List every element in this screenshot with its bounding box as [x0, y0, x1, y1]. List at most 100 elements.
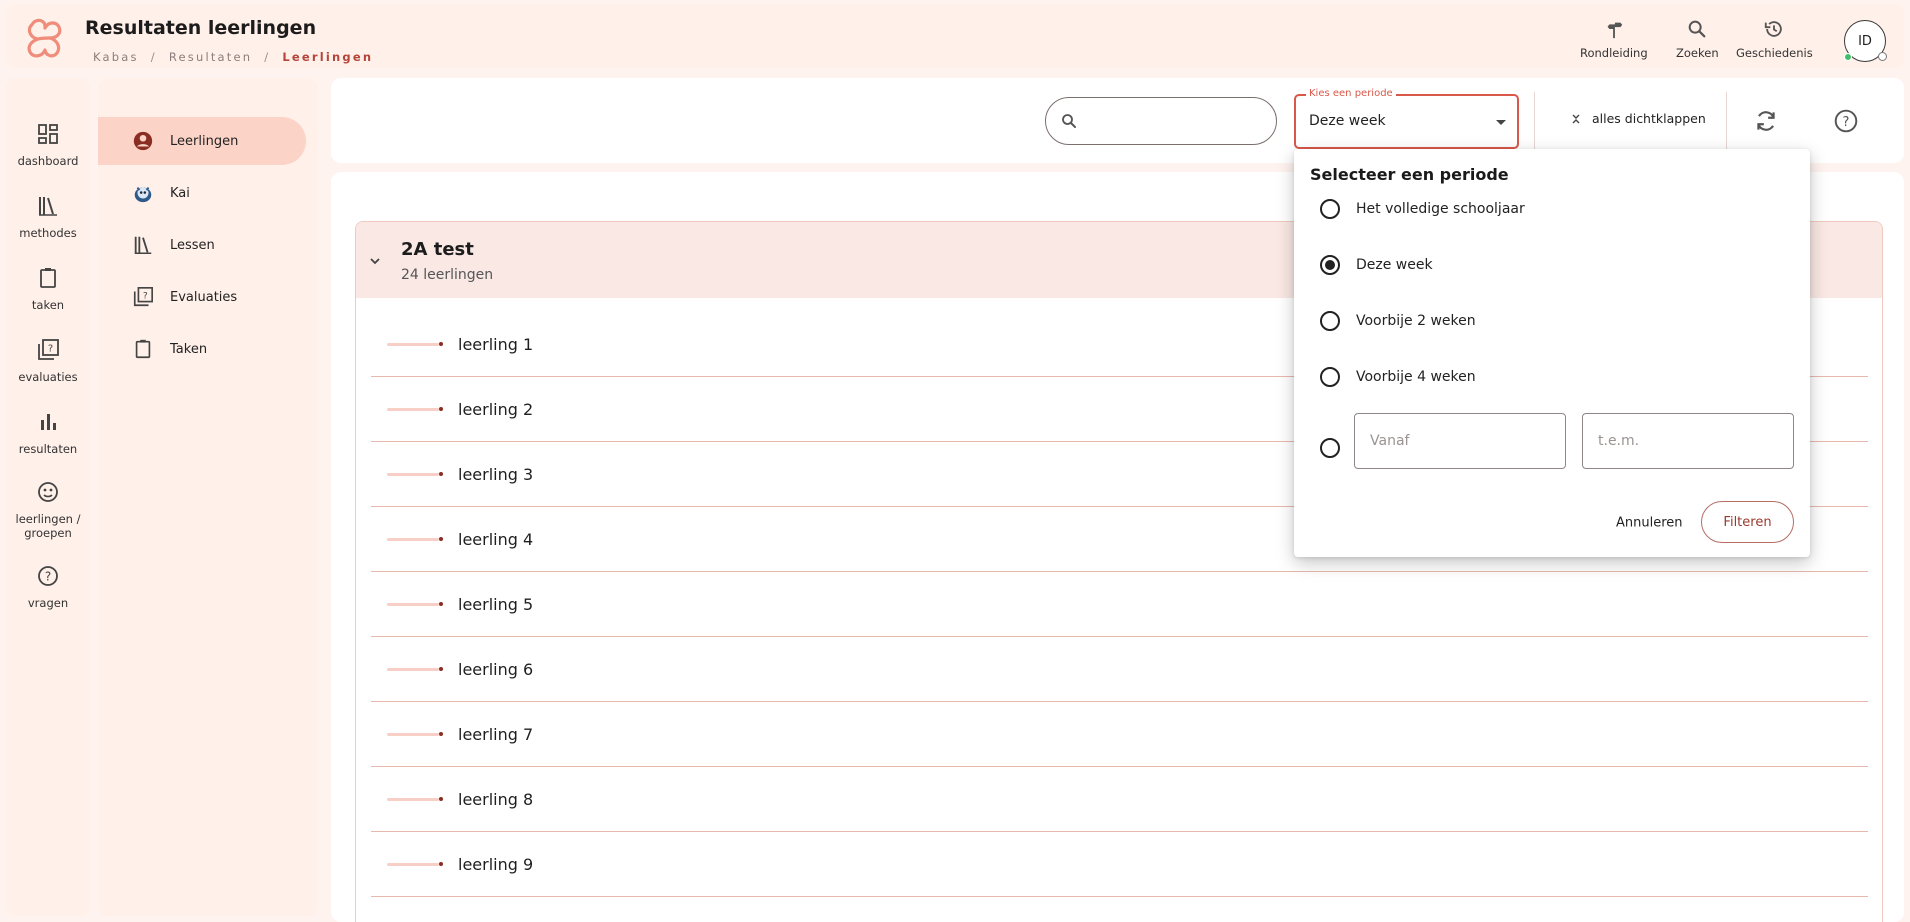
progress-indicator: [387, 796, 443, 801]
subnav-label: Evaluaties: [170, 289, 238, 305]
rail-item-resultaten[interactable]: resultaten: [6, 410, 90, 456]
secondary-navigation: Leerlingen Kai Lessen ? Evaluaties Taken: [98, 78, 318, 916]
rail-item-leerlingen-groepen[interactable]: leerlingen / groepen: [6, 480, 90, 540]
option-label: Deze week: [1356, 257, 1433, 273]
period-option-4-weken[interactable]: Voorbije 4 weken: [1320, 367, 1476, 387]
history-icon: [1765, 21, 1783, 37]
collapse-all-label: alles dichtklappen: [1592, 111, 1706, 126]
collapse-all-button[interactable]: alles dichtklappen: [1570, 111, 1706, 126]
progress-indicator: [387, 536, 443, 541]
svg-text:?: ?: [1843, 115, 1850, 130]
period-option-deze-week[interactable]: Deze week: [1320, 255, 1433, 275]
student-name: leerling 8: [458, 789, 534, 809]
rail-item-taken[interactable]: taken: [6, 266, 90, 312]
breadcrumb-item-kabas[interactable]: Kabas: [93, 50, 139, 64]
rail-label: taken: [31, 298, 65, 312]
rail-label: dashboard: [17, 154, 79, 168]
rail-label: methodes: [19, 226, 77, 240]
rail-item-dashboard[interactable]: dashboard: [6, 122, 90, 168]
apply-filter-label: Filteren: [1723, 514, 1772, 530]
search-tool-label: Zoeken: [1676, 46, 1719, 60]
refresh-icon[interactable]: [1753, 108, 1779, 134]
signpost-icon: [1607, 19, 1623, 39]
period-select[interactable]: Kies een periode Deze week: [1294, 88, 1519, 149]
quiz-icon: ?: [133, 287, 153, 307]
radio-button-selected[interactable]: [1320, 255, 1340, 275]
search-tool-button[interactable]: Zoeken: [1676, 18, 1719, 60]
dropdown-arrow-icon: [1496, 120, 1506, 125]
history-button[interactable]: Geschiedenis: [1736, 18, 1813, 60]
student-row[interactable]: leerling 7: [371, 702, 1868, 767]
radio-button[interactable]: [1320, 438, 1340, 458]
collapse-icon: [1572, 114, 1580, 123]
breadcrumb-item-resultaten[interactable]: Resultaten: [169, 50, 252, 64]
progress-indicator: [387, 666, 443, 671]
option-label: Het volledige schooljaar: [1356, 201, 1525, 217]
breadcrumb-separator: /: [150, 50, 157, 64]
cancel-button[interactable]: Annuleren: [1616, 516, 1683, 531]
progress-indicator: [387, 731, 443, 736]
user-avatar[interactable]: ID: [1844, 20, 1887, 62]
student-name: leerling 5: [458, 594, 534, 614]
dashboard-icon: [38, 124, 58, 144]
subnav-label: Kai: [170, 185, 190, 201]
group-student-count: 24 leerlingen: [401, 267, 494, 283]
rail-label: vragen: [27, 596, 69, 610]
face-icon: [38, 482, 58, 502]
student-name: leerling 1: [458, 334, 534, 354]
page-title: Resultaten leerlingen: [85, 17, 317, 39]
rail-item-methodes[interactable]: methodes: [6, 194, 90, 240]
period-option-custom[interactable]: [1320, 438, 1356, 458]
student-row[interactable]: leerling 9: [371, 832, 1868, 897]
radio-button[interactable]: [1320, 199, 1340, 219]
main-navigation-rail: dashboard methodes taken ? evaluaties re…: [6, 78, 90, 916]
student-name: leerling 6: [458, 659, 534, 679]
kai-robot-icon: [134, 186, 152, 203]
subnav-label: Lessen: [170, 237, 215, 253]
student-name: leerling 9: [458, 854, 534, 874]
search-input[interactable]: [1045, 97, 1277, 145]
rail-label: resultaten: [18, 442, 78, 456]
option-label: Voorbije 4 weken: [1356, 369, 1476, 385]
clipboard-icon: [40, 268, 56, 288]
student-row[interactable]: leerling 8: [371, 767, 1868, 832]
date-from-placeholder: Vanaf: [1370, 433, 1410, 449]
online-status-dot: [1844, 53, 1852, 61]
period-option-2-weken[interactable]: Voorbije 2 weken: [1320, 311, 1476, 331]
tour-button[interactable]: Rondleiding: [1580, 18, 1648, 60]
apply-filter-button[interactable]: Filteren: [1701, 501, 1794, 543]
help-icon[interactable]: ?: [1833, 108, 1859, 134]
chevron-down-icon[interactable]: [368, 254, 382, 268]
history-label: Geschiedenis: [1736, 46, 1813, 60]
help-icon: ?: [38, 566, 58, 586]
subnav-item-leerlingen[interactable]: Leerlingen: [98, 117, 306, 165]
subnav-item-kai[interactable]: Kai: [98, 169, 306, 217]
subnav-item-lessen[interactable]: Lessen: [98, 221, 306, 269]
toolbar-divider: [1534, 92, 1535, 150]
svg-text:?: ?: [45, 570, 51, 584]
period-select-label: Kies een periode: [1306, 88, 1396, 99]
group-title: 2A test: [401, 239, 474, 260]
subnav-label: Leerlingen: [170, 133, 239, 149]
rail-item-vragen[interactable]: ? vragen: [6, 564, 90, 610]
date-from-field[interactable]: Vanaf: [1354, 413, 1566, 469]
radio-button[interactable]: [1320, 311, 1340, 331]
kabas-logo-icon[interactable]: [24, 16, 66, 60]
subnav-item-taken[interactable]: Taken: [98, 325, 306, 373]
subnav-item-evaluaties[interactable]: ? Evaluaties: [98, 273, 306, 321]
rail-item-evaluaties[interactable]: ? evaluaties: [6, 338, 90, 384]
progress-indicator: [387, 471, 443, 476]
top-app-bar: Resultaten leerlingen Kabas / Resultaten…: [6, 4, 1904, 68]
student-row[interactable]: leerling 5: [371, 572, 1868, 637]
books-icon: [39, 197, 57, 216]
student-name: leerling 4: [458, 529, 534, 549]
radio-button[interactable]: [1320, 367, 1340, 387]
student-row[interactable]: leerling 6: [371, 637, 1868, 702]
period-select-value: Deze week: [1309, 113, 1386, 129]
progress-indicator: [387, 861, 443, 866]
tour-label: Rondleiding: [1580, 46, 1648, 60]
date-to-placeholder: t.e.m.: [1598, 433, 1640, 449]
subnav-label: Taken: [170, 341, 208, 357]
period-option-schooljaar[interactable]: Het volledige schooljaar: [1320, 199, 1525, 219]
date-to-field[interactable]: t.e.m.: [1582, 413, 1794, 469]
